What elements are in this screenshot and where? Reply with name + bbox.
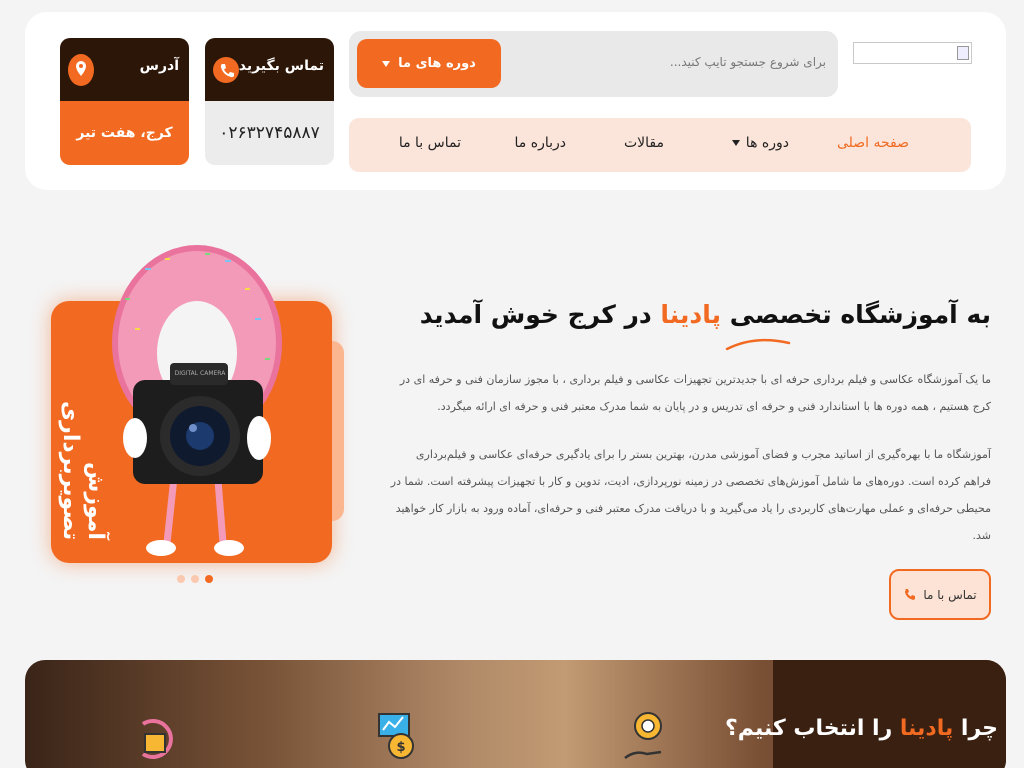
courses-dropdown-button[interactable]: دوره های ما	[357, 39, 501, 88]
slider-dot[interactable]	[177, 575, 185, 583]
money-chart-icon: $	[378, 713, 414, 759]
why-us-title-panel	[773, 660, 1006, 768]
why-us-banner: چرا پادینا را انتخاب کنیم؟ $	[25, 660, 1006, 768]
phone-label: تماس بگیرید	[238, 58, 324, 74]
slider-dot[interactable]	[191, 575, 199, 583]
donut-camera-illustration: DIGITAL CAMERA	[112, 245, 282, 556]
address-card-header: آدرس	[60, 38, 189, 101]
search-input[interactable]: برای شروع جستجو تایپ کنید...	[670, 55, 826, 69]
phone-card[interactable]: تماس بگیرید ۰۲۶۳۲۷۴۵۸۸۷	[205, 38, 334, 165]
certificate-badge-icon	[624, 712, 662, 760]
slider-dots	[177, 575, 213, 583]
why-us-title-before: چرا	[953, 716, 998, 741]
hero-title-after: در کرج خوش آمدید	[419, 300, 661, 329]
courses-button-label: دوره های ما	[398, 56, 476, 71]
svg-text:$: $	[396, 740, 405, 755]
address-card[interactable]: آدرس کرج، هفت تیر	[60, 38, 189, 165]
phone-card-header: تماس بگیرید	[205, 38, 334, 101]
nav-item-about[interactable]: درباره ما	[515, 135, 566, 151]
phone-icon	[905, 588, 916, 600]
contact-us-label: تماس با ما	[923, 587, 977, 602]
search-bar[interactable]: برای شروع جستجو تایپ کنید... دوره های ما	[349, 31, 838, 97]
chevron-down-icon	[731, 140, 740, 146]
nav-item-courses[interactable]: دوره ها	[731, 135, 789, 151]
why-us-title-brand: پادینا	[899, 716, 954, 741]
why-us-title-after: را انتخاب کنیم؟	[724, 716, 900, 741]
site-logo[interactable]	[853, 42, 972, 64]
hero-paragraph-2: آموزشگاه ما با بهره‌گیری از اساتید مجرب …	[390, 448, 991, 542]
address-value: کرج، هفت تیر	[60, 101, 189, 165]
nav-item-courses-label: دوره ها	[745, 135, 789, 151]
phone-value: ۰۲۶۳۲۷۴۵۸۸۷	[205, 101, 334, 165]
hero-paragraph-1: ما یک آموزشگاه عکاسی و فیلم برداری حرفه …	[399, 373, 991, 413]
location-pin-icon	[68, 53, 94, 86]
brand-underline-swoosh	[725, 338, 791, 351]
slider-dot-active[interactable]	[205, 575, 213, 583]
why-us-title: چرا پادینا را انتخاب کنیم؟	[725, 716, 998, 741]
slide-title: آموزش تصویربرداری	[58, 400, 108, 540]
nav-item-home[interactable]: صفحه اصلی	[837, 135, 909, 151]
hero-title-brand: پادینا	[660, 300, 721, 329]
camera-label: DIGITAL CAMERA	[175, 370, 227, 377]
address-label: آدرس	[139, 58, 179, 74]
hero-title: به آموزشگاه تخصصی پادینا در کرج خوش آمدی…	[420, 300, 991, 329]
phone-icon	[213, 53, 239, 86]
chevron-down-icon	[382, 60, 391, 67]
nav-item-contact[interactable]: تماس با ما	[399, 135, 461, 151]
broken-image-icon	[957, 46, 969, 60]
nav-item-articles[interactable]: مقالات	[624, 135, 664, 151]
contact-us-button[interactable]: تماس با ما	[889, 569, 991, 620]
hero-title-before: به آموزشگاه تخصصی	[720, 300, 991, 329]
refresh-box-icon	[141, 719, 173, 759]
main-nav: صفحه اصلی دوره ها مقالات درباره ما تماس …	[349, 118, 971, 172]
